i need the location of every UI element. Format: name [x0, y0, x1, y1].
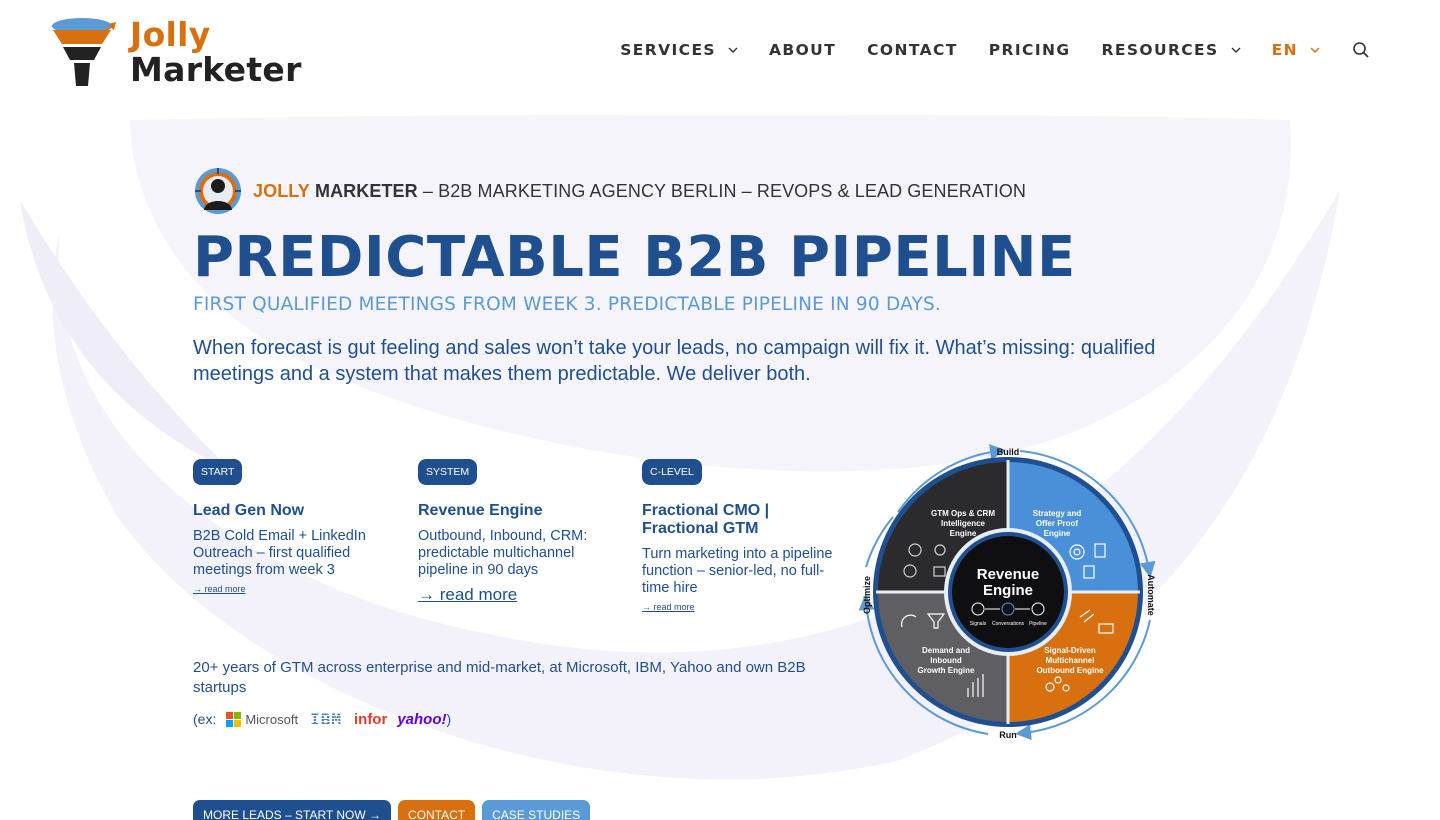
main-nav: SERVICES ABOUT CONTACT PRICING RESOURCES…	[589, 36, 1370, 64]
hero-kicker-text: JOLLY MARKETER – B2B MARKETING AGENCY BE…	[253, 181, 1026, 202]
nav-about-label: ABOUT	[769, 41, 837, 59]
logo-line1: Jolly	[130, 15, 211, 54]
ibm-logo: IBM	[310, 709, 342, 729]
brands-suffix: )	[446, 711, 452, 727]
chevron-down-icon	[1231, 47, 1241, 53]
cta-row: MORE LEADS – START NOW → CONTACT CASE ST…	[193, 800, 597, 820]
nav-services[interactable]: SERVICES	[620, 41, 738, 59]
nav-resources-label: RESOURCES	[1101, 41, 1219, 59]
language-label: EN	[1271, 41, 1298, 59]
brand-logos: (ex: Microsoft IBM infor yahoo! )	[193, 708, 451, 730]
nav-services-label: SERVICES	[620, 41, 716, 59]
start-now-button[interactable]: MORE LEADS – START NOW →	[193, 800, 392, 820]
quadrant-br-line3: Outbound Engine	[1036, 666, 1104, 675]
logo-line2: Marketer	[130, 50, 302, 89]
cycle-label-run: Run	[999, 730, 1017, 740]
infor-logo: infor	[353, 710, 388, 728]
quadrant-tr-line2: Offer Proof	[1036, 519, 1079, 528]
cycle-label-optimize: Optimize	[862, 576, 872, 614]
nav-pricing-label: PRICING	[988, 41, 1071, 59]
funnel-logo-icon	[52, 18, 116, 86]
site-logo[interactable]: Jolly Marketer	[50, 14, 310, 90]
card-badge[interactable]: C-LEVEL	[642, 459, 702, 485]
read-more-link[interactable]: → read more	[193, 584, 246, 594]
card-description: Outbound, Inbound, CRM: predictable mult…	[418, 528, 588, 578]
cycle-label-automate: Automate	[1146, 574, 1156, 616]
page-subtitle: FIRST QUALIFIED MEETINGS FROM WEEK 3. PR…	[193, 294, 942, 315]
hero-kicker: JOLLY MARKETER – B2B MARKETING AGENCY BE…	[193, 166, 1253, 216]
card-badge[interactable]: START	[193, 459, 243, 485]
quadrant-br-line2: Multichannel	[1046, 656, 1095, 665]
hero-intro: When forecast is gut feeling and sales w…	[193, 337, 1156, 385]
nav-contact[interactable]: CONTACT	[867, 41, 958, 59]
quadrant-tr-line3: Engine	[1044, 529, 1071, 538]
card-badge[interactable]: SYSTEM	[418, 459, 478, 485]
service-card-lead-gen: START Lead Gen Now B2B Cold Email + Link…	[193, 459, 393, 597]
page-title: PREDICTABLE B2B PIPELINE	[193, 225, 1076, 290]
chevron-down-icon	[728, 47, 738, 53]
microsoft-name: Microsoft	[245, 711, 299, 727]
card-description: B2B Cold Email + LinkedIn Outreach – fir…	[193, 528, 366, 578]
revenue-engine-diagram: Build Automate Run Optimize GTM Ops & CR…	[858, 444, 1156, 741]
center-step-signals: Signals	[970, 621, 987, 627]
center-step-pipeline: Pipeline	[1029, 621, 1047, 627]
card-title: Revenue Engine	[418, 502, 543, 519]
search-icon[interactable]	[1352, 41, 1370, 59]
case-studies-button[interactable]: CASE STUDIES	[482, 800, 591, 820]
read-more-link[interactable]: → read more	[642, 602, 695, 612]
quadrant-tl-line2: Intelligence	[941, 519, 986, 528]
nav-pricing[interactable]: PRICING	[989, 41, 1071, 59]
read-more-link[interactable]: → read more	[418, 585, 517, 605]
chevron-down-icon	[1310, 47, 1320, 53]
center-title-2: Engine	[983, 582, 1033, 599]
quadrant-bl-line2: Inbound	[930, 656, 962, 665]
cycle-label-build: Build	[997, 447, 1020, 457]
quadrant-tr-line1: Strategy and	[1033, 509, 1082, 518]
center-title-1: Revenue	[977, 566, 1040, 583]
nav-contact-label: CONTACT	[867, 41, 958, 59]
hero-section: JOLLY MARKETER – B2B MARKETING AGENCY BE…	[193, 166, 1253, 387]
microsoft-logo: Microsoft	[226, 711, 299, 727]
service-card-revenue-engine: SYSTEM Revenue Engine Outbound, Inbound,…	[418, 459, 618, 605]
nav-about[interactable]: ABOUT	[769, 41, 836, 59]
center-step-conversations: Conversations	[992, 621, 1024, 627]
service-card-fractional-cmo: C-LEVEL Fractional CMO | Fractional GTM …	[642, 459, 842, 615]
kicker-marketer: MARKETER	[314, 180, 418, 201]
quadrant-tl-line1: GTM Ops & CRM	[931, 509, 995, 518]
quadrant-bl-line3: Growth Engine	[918, 666, 975, 675]
quadrant-tl-line3: Engine	[950, 529, 977, 538]
nav-resources[interactable]: RESOURCES	[1102, 41, 1241, 59]
contact-button[interactable]: CONTACT	[398, 800, 476, 820]
quadrant-br-line1: Signal-Driven	[1044, 646, 1096, 655]
experience-text: 20+ years of GTM across enterprise and m…	[193, 659, 806, 696]
kicker-jolly: JOLLY	[253, 180, 310, 201]
card-description: Turn marketing into a pipeline function …	[642, 546, 833, 596]
microsoft-grid-icon	[226, 711, 242, 727]
site-header: Jolly Marketer SERVICES ABOUT CONTACT PR…	[0, 0, 1440, 100]
quadrant-bl-line1: Demand and	[922, 646, 970, 655]
kicker-rest: – B2B MARKETING AGENCY BERLIN – REVOPS &…	[417, 180, 1026, 201]
card-title: Lead Gen Now	[193, 502, 305, 519]
avatar-icon	[195, 168, 241, 214]
brands-prefix: (ex:	[193, 711, 217, 727]
language-switcher[interactable]: EN	[1272, 41, 1320, 59]
yahoo-logo: yahoo!	[397, 710, 447, 728]
card-title: Fractional CMO | Fractional GTM	[642, 502, 770, 537]
